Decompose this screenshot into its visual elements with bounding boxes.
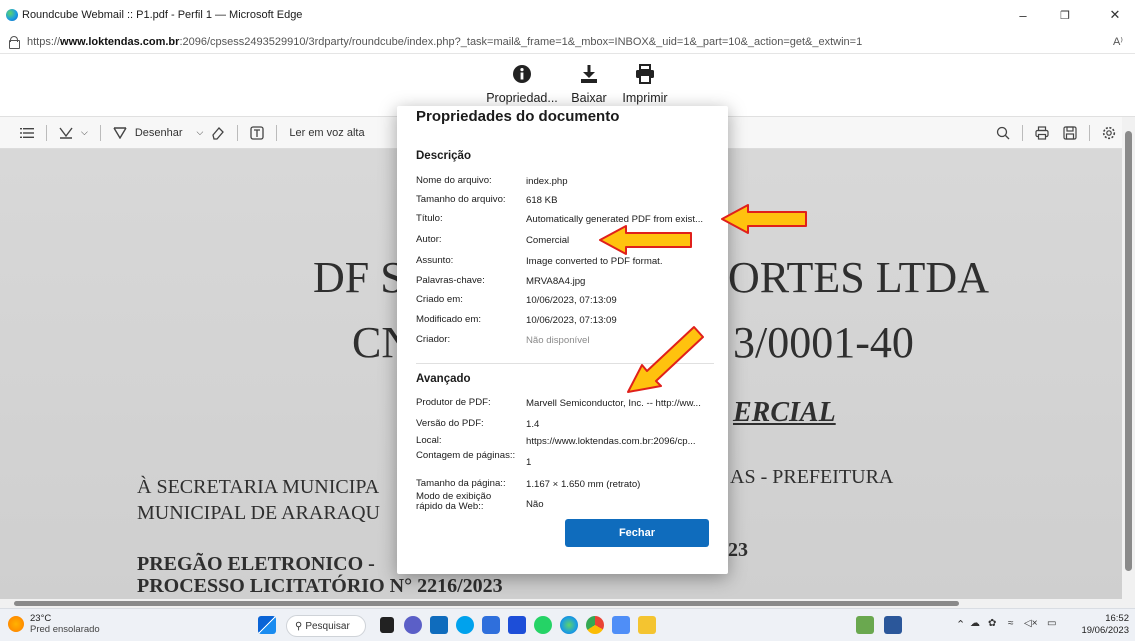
download-icon [566,61,612,87]
print-pdf-icon[interactable] [1031,126,1053,140]
windows-taskbar: 23°C Pred ensolarado ⚲ Pesquisar ⌃ ☁ ✿ ≈… [0,608,1135,641]
restore-button[interactable]: ❐ [1045,0,1085,30]
app-f-icon[interactable] [612,616,630,634]
print-button[interactable]: Imprimir [617,61,673,105]
vertical-scroll-thumb[interactable] [1125,131,1132,571]
eraser-icon[interactable] [207,126,229,140]
doc-processo: PROCESSO LICITATÓRIO N° 2216/2023 [137,575,503,597]
start-windows-icon[interactable] [258,616,276,634]
advanced-section-title: Avançado [416,373,471,385]
volume-icon[interactable]: ◁× [1024,618,1038,629]
vertical-scrollbar[interactable] [1122,117,1135,599]
close-dialog-button[interactable]: Fechar [565,519,709,547]
doc-recipient-line2: MUNICIPAL DE ARARAQU [137,502,380,524]
read-aloud-icon[interactable]: A⁾ [1113,35,1123,48]
draw-icon[interactable] [109,126,131,139]
word-icon[interactable] [884,616,902,634]
window-title: Roundcube Webmail :: P1.pdf - Perfil 1 —… [22,9,303,21]
document-properties-dialog: Propriedades do documento Descrição Nome… [397,106,728,574]
settings-gear-icon[interactable] [1098,126,1120,140]
edge-taskbar-icon[interactable] [560,616,578,634]
address-bar[interactable]: https://www.loktendas.com.br:2096/cpsess… [0,30,1135,54]
teams-chat-icon[interactable] [404,616,422,634]
description-section-title: Descrição [416,150,471,162]
dialog-title: Propriedades do documento [416,108,620,125]
properties-button[interactable]: Propriedad... [482,61,562,105]
spreadsheet-app-icon[interactable] [856,616,874,634]
info-icon [482,61,562,87]
draw-dropdown-icon[interactable]: ⌵ [193,127,208,138]
doc-cnpj-right: 3/0001-40 [733,318,914,367]
horizontal-scrollbar[interactable] [0,599,1135,608]
doc-company-name-right: ORTES LTDA [728,253,989,302]
section-divider [416,363,714,364]
doc-recipient-line1-right: AS - PREFEITURA [730,466,894,488]
edge-browser-icon [6,9,18,21]
doc-company-name-left: DF S [313,253,405,302]
horizontal-scroll-thumb[interactable] [14,601,959,606]
taskbar-search[interactable]: ⚲ Pesquisar [286,615,366,637]
save-icon[interactable] [1059,126,1081,140]
minimize-button[interactable]: – [1003,0,1043,30]
file-explorer-icon[interactable] [638,616,656,634]
wifi-icon[interactable]: ≈ [1008,618,1014,629]
tray-expand-icon[interactable]: ⌃ [956,618,965,631]
doc-pregao-right: 23 [728,539,748,561]
chrome-icon[interactable] [586,616,604,634]
whatsapp-icon[interactable] [534,616,552,634]
doc-comercial-heading: ERCIAL [733,397,836,428]
outlook-icon[interactable] [430,616,448,634]
tray-security-icon[interactable]: ✿ [988,618,996,629]
search-magnifier-icon: ⚲ [295,620,303,632]
window-title-bar: Roundcube Webmail :: P1.pdf - Perfil 1 —… [0,0,1135,30]
lock-icon[interactable] [9,36,20,49]
close-window-button[interactable]: ✕ [1095,0,1135,30]
contents-list-icon[interactable] [16,127,38,139]
battery-icon[interactable]: ▭ [1047,618,1056,629]
highlight-icon[interactable] [55,127,77,139]
doc-pregao-left: PREGÃO ELETRONICO - [137,553,375,575]
doc-recipient-line1-left: À SECRETARIA MUNICIPA [137,476,380,498]
url-text[interactable]: https://www.loktendas.com.br:2096/cpsess… [27,36,1097,48]
store-icon[interactable] [508,616,526,634]
draw-button[interactable]: Desenhar [131,127,187,139]
download-button[interactable]: Baixar [566,61,612,105]
sun-icon [8,616,24,632]
highlight-dropdown-icon[interactable]: ⌵ [77,127,92,138]
read-aloud-button[interactable]: Ler em voz alta [285,127,368,139]
printer-icon [617,61,673,87]
taskbar-clock[interactable]: 16:52 19/06/2023 [1081,613,1129,637]
search-icon[interactable] [992,126,1014,140]
weather-widget[interactable]: 23°C Pred ensolarado [8,613,100,635]
tray-app-icon[interactable]: ☁ [970,618,980,629]
text-box-icon[interactable] [246,125,268,140]
mail-icon[interactable] [482,616,500,634]
skype-icon[interactable] [456,616,474,634]
task-view-icon[interactable] [380,617,394,633]
